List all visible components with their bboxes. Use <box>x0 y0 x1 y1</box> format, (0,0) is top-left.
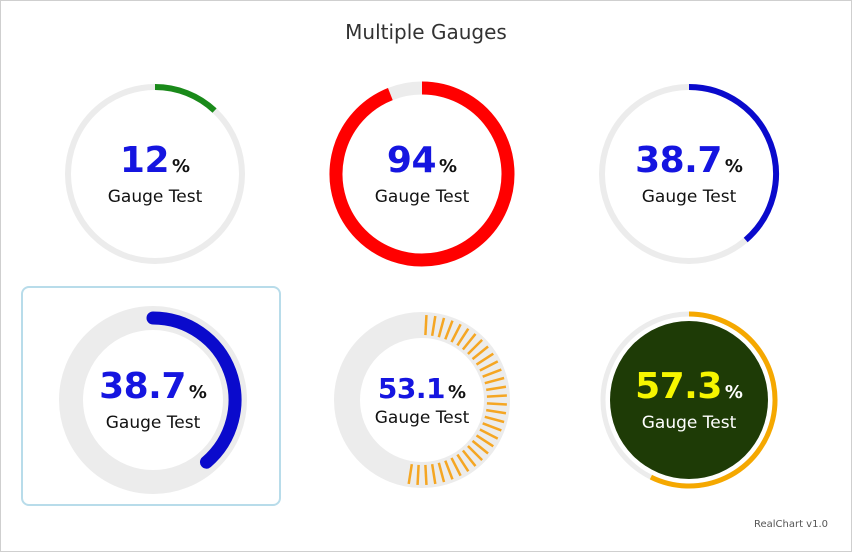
gauge-3[interactable]: 38.7% Gauge Test <box>559 62 819 282</box>
gauge-label: Gauge Test <box>641 413 737 433</box>
gauge-value: 38.7% <box>559 140 819 181</box>
gauge-stripe <box>416 464 420 485</box>
gauge-5[interactable]: 53.1% Gauge Test <box>292 288 552 508</box>
gauge-value-unit: % <box>724 382 743 403</box>
gauge-value: 53.1% <box>292 372 552 405</box>
gauge-label: Gauge Test <box>374 408 470 428</box>
gauge-label: Gauge Test <box>374 187 470 207</box>
gauge-1[interactable]: 12% Gauge Test <box>25 62 285 282</box>
gauge-value: 94% <box>292 140 552 181</box>
gauge-2[interactable]: 94% Gauge Test <box>292 62 552 282</box>
gauge-value-number: 53.1 <box>377 372 446 405</box>
gauge-value: 57.3% <box>559 366 819 407</box>
gauge-value-unit: % <box>439 156 458 177</box>
gauge-value-unit: % <box>188 382 207 403</box>
gauge-value-number: 94 <box>386 140 437 181</box>
gauge-label: Gauge Test <box>641 187 737 207</box>
gauge-value-arc <box>154 84 217 113</box>
gauge-stripe <box>424 315 428 336</box>
gauge-value-number: 38.7 <box>635 140 722 181</box>
credits-label: RealChart v1.0 <box>753 519 828 530</box>
gauge-value-number: 57.3 <box>635 366 722 407</box>
chart-title: Multiple Gauges <box>345 20 507 44</box>
gauge-stripe <box>424 464 428 485</box>
gauge-value: 38.7% <box>23 366 283 407</box>
gauge-label: Gauge Test <box>107 187 203 207</box>
gauge-4[interactable]: 38.7% Gauge Test <box>21 286 281 506</box>
gauge-value-number: 38.7 <box>99 366 186 407</box>
gauge-label: Gauge Test <box>105 413 201 433</box>
gauge-value-unit: % <box>448 382 467 403</box>
gauge-6[interactable]: 57.3% Gauge Test <box>559 288 819 508</box>
gauge-value-unit: % <box>172 156 191 177</box>
gauge-value-unit: % <box>724 156 743 177</box>
gauge-value-number: 12 <box>119 140 170 181</box>
gauge-value: 12% <box>25 140 285 181</box>
